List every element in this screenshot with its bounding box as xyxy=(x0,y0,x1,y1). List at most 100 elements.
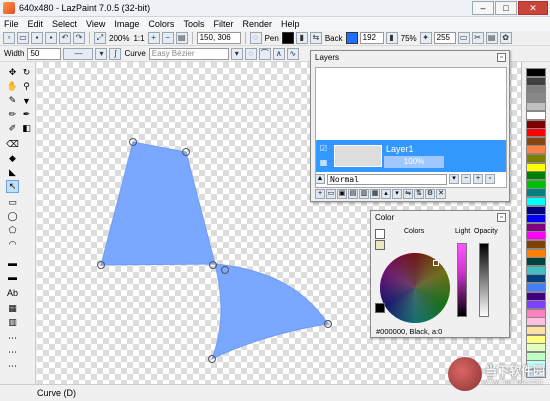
new-file-icon[interactable]: ▫ xyxy=(3,32,15,44)
open-file-icon[interactable]: ▭ xyxy=(17,32,29,44)
close-button[interactable]: ✕ xyxy=(518,1,548,15)
spline-tool-icon[interactable]: ◠ xyxy=(6,238,19,251)
flip-v-icon[interactable]: ⇅ xyxy=(414,188,424,199)
menu-file[interactable]: File xyxy=(4,19,19,29)
spline-style-select[interactable]: Easy Bézier xyxy=(148,47,229,60)
color-wheel[interactable] xyxy=(380,253,450,323)
maximize-button[interactable]: □ xyxy=(495,1,517,15)
layer-opacity[interactable]: 100% xyxy=(384,156,444,168)
rectangle-tool-icon[interactable]: ▭ xyxy=(6,196,19,209)
tolerance-input[interactable]: 255 xyxy=(433,32,456,44)
select-ellipse-icon[interactable]: ⋯ xyxy=(6,346,19,359)
layer-visible-icon[interactable]: ☑ xyxy=(318,144,329,154)
move-selection-icon[interactable]: ✥ xyxy=(6,66,19,79)
menu-edit[interactable]: Edit xyxy=(28,19,44,29)
rotate-selection-icon[interactable]: ↻ xyxy=(20,66,33,79)
lightness-slider[interactable] xyxy=(457,243,467,317)
curve-mode-3-icon[interactable]: ∿ xyxy=(286,47,299,60)
layers-close-button[interactable]: ▫ xyxy=(497,53,506,62)
pen-color-swatch[interactable] xyxy=(281,32,294,44)
fill-tool-icon[interactable]: ▼ xyxy=(20,94,33,107)
polygon-tool-icon[interactable]: ⬠ xyxy=(6,224,19,237)
clone-tool-icon[interactable]: ✐ xyxy=(6,122,19,135)
brush-tool-icon[interactable]: ✒ xyxy=(20,108,33,121)
redo-icon[interactable]: ↷ xyxy=(73,32,85,44)
menu-render[interactable]: Render xyxy=(242,19,272,29)
menu-help[interactable]: Help xyxy=(281,19,300,29)
hand-icon[interactable]: ✋ xyxy=(6,80,19,93)
color-wheel-cursor[interactable] xyxy=(433,260,439,266)
merge-layer-icon[interactable]: ▤ xyxy=(348,188,358,199)
flatten-icon[interactable]: ▦ xyxy=(370,188,380,199)
merge-down-icon[interactable]: ▥ xyxy=(359,188,369,199)
remove-layer-icon[interactable]: ✕ xyxy=(436,188,446,199)
menu-colors[interactable]: Colors xyxy=(148,19,174,29)
save-icon[interactable]: ▪ xyxy=(31,32,43,44)
select-rect-icon[interactable]: ⋯ xyxy=(6,332,19,345)
menu-view[interactable]: View xyxy=(86,19,105,29)
lasso-icon[interactable]: ◌ xyxy=(249,32,262,44)
curve-mode-2-icon[interactable]: ∧ xyxy=(272,47,285,60)
curve-mode-1-icon[interactable]: ⌒ xyxy=(258,47,271,60)
save-as-icon[interactable]: ▪ xyxy=(45,32,57,44)
curve-tool-icon[interactable]: ∫ xyxy=(109,47,122,60)
layers-icon[interactable]: ▤ xyxy=(175,32,188,44)
blend-dropdown-icon[interactable]: ▾ xyxy=(449,174,459,184)
zoom-in-icon[interactable]: + xyxy=(147,32,160,44)
width-input[interactable]: 50 xyxy=(27,47,62,60)
layer-stack-icon[interactable]: ▤ xyxy=(485,32,498,44)
back-target-icon[interactable] xyxy=(375,240,385,250)
phong-shape-icon[interactable]: ▬ xyxy=(6,270,19,283)
eraser-tool-icon[interactable]: ◧ xyxy=(20,122,33,135)
perspective-icon[interactable]: ▥ xyxy=(6,316,19,329)
flip-h-icon[interactable]: ⇋ xyxy=(403,188,413,199)
magic-wand-icon[interactable]: ✦ xyxy=(419,32,432,44)
zoom-layer-in-icon[interactable]: + xyxy=(473,174,483,184)
back-gradient-icon[interactable]: ▮ xyxy=(385,32,398,44)
select-poly-icon[interactable]: ⋯ xyxy=(6,360,19,373)
layer-scroll-icon[interactable]: ▫ xyxy=(485,174,495,184)
gradient-rect-icon[interactable]: ▬ xyxy=(6,256,19,269)
duplicate-layer-icon[interactable]: ▣ xyxy=(337,188,347,199)
open-folder-icon[interactable]: ▭ xyxy=(457,32,470,44)
line-style-dropdown-icon[interactable]: ▾ xyxy=(95,47,108,60)
gradient-tool-icon[interactable]: ◣ xyxy=(6,166,19,179)
line-style-solid-icon[interactable]: — xyxy=(63,47,94,60)
select-pen-icon[interactable]: ↖ xyxy=(6,180,19,193)
color-picker-icon[interactable]: ✎ xyxy=(6,94,19,107)
undo-icon[interactable]: ↶ xyxy=(59,32,71,44)
layer-prop-icon[interactable]: ⚙ xyxy=(425,188,435,199)
blend-mode-select[interactable]: Normal xyxy=(327,173,447,185)
import-layer-icon[interactable]: ▭ xyxy=(326,188,336,199)
shape-curve[interactable] xyxy=(211,263,329,361)
effects-icon[interactable]: ✿ xyxy=(499,32,512,44)
minimize-button[interactable]: – xyxy=(472,1,494,15)
swap-colors-icon[interactable]: ⇆ xyxy=(309,32,322,44)
pen-target-icon[interactable] xyxy=(375,229,385,239)
zoom-out-icon[interactable]: − xyxy=(161,32,174,44)
menu-filter[interactable]: Filter xyxy=(213,19,233,29)
menu-tools[interactable]: Tools xyxy=(183,19,204,29)
zoom-reset-button[interactable]: 1:1 xyxy=(132,34,145,43)
layer-grid-icon[interactable]: ▦ xyxy=(318,158,329,168)
opacity-slider[interactable] xyxy=(479,243,489,317)
pen-tool-icon[interactable]: ✏ xyxy=(6,108,19,121)
layer-row[interactable]: ☑ ▦ Layer1 100% xyxy=(316,140,506,172)
back-alpha-input[interactable]: 192 xyxy=(359,32,384,44)
zoom-layer-out-icon[interactable]: − xyxy=(461,174,471,184)
pen-gradient-icon[interactable]: ▮ xyxy=(295,32,308,44)
layer-up-icon[interactable]: ▴ xyxy=(381,188,391,199)
spline-dropdown-icon[interactable]: ▾ xyxy=(230,47,243,60)
layer-down-icon[interactable]: ▾ xyxy=(392,188,402,199)
menu-select[interactable]: Select xyxy=(52,19,77,29)
ellipse-tool-icon[interactable]: ◯ xyxy=(6,210,19,223)
text-tool-icon[interactable]: Ab xyxy=(6,286,19,299)
add-layer-icon[interactable]: + xyxy=(315,188,325,199)
deformation-tool-icon[interactable]: ⌫ xyxy=(6,138,19,151)
layer-name[interactable]: Layer1 xyxy=(386,144,414,154)
back-color-swatch[interactable] xyxy=(345,32,358,44)
color-close-button[interactable]: ▫ xyxy=(497,213,506,222)
menu-image[interactable]: Image xyxy=(114,19,139,29)
flood-fill-icon[interactable]: ◆ xyxy=(6,152,19,165)
layer-mode-icon[interactable]: ▲ xyxy=(315,174,325,184)
